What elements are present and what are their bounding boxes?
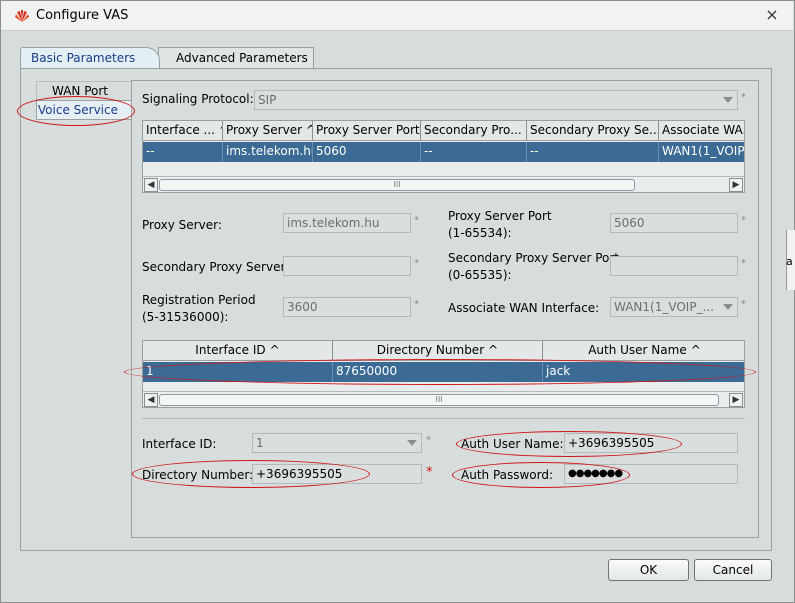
signaling-protocol-select[interactable]: SIP [254, 90, 738, 110]
interface-id-label: Interface ID: [142, 437, 217, 451]
sort-icon: ^ [488, 343, 499, 357]
column-header-secondary-proxy[interactable]: Secondary Pro...^ [421, 121, 527, 141]
proxy-port-range-label: (1-65534): [448, 226, 512, 240]
auth-password-label: Auth Password: [461, 468, 554, 482]
table-cell: 87650000 [333, 362, 543, 382]
required-marker: * [414, 258, 419, 269]
side-tab-wan-port[interactable]: WAN Port [36, 81, 132, 101]
column-header-proxy-server[interactable]: Proxy Server^ [223, 121, 313, 141]
secondary-proxy-label: Secondary Proxy Server: [142, 260, 290, 274]
chevron-down-icon [407, 440, 417, 446]
required-marker: * [414, 299, 419, 310]
background-window-text: a [786, 255, 793, 268]
associate-wan-value: WAN1(1_VOIP_... [614, 300, 715, 314]
tab-basic-parameters[interactable]: Basic Parameters [20, 47, 160, 69]
table-cell: -- [421, 142, 527, 162]
table-cell: WAN1(1_VOIP_ [662, 144, 745, 158]
proxy-port-label: Proxy Server Port [448, 209, 552, 223]
table-cell: jack [546, 364, 571, 378]
scroll-left-icon[interactable]: ◀ [144, 178, 158, 192]
horizontal-scrollbar[interactable]: ◀ III ▶ [143, 176, 744, 192]
table-cell: 1 [143, 362, 333, 382]
required-marker: * [426, 435, 431, 446]
proxy-server-input[interactable]: ims.telekom.hu [283, 213, 411, 233]
required-marker: * [741, 299, 746, 310]
directory-number-input[interactable]: +3696395505 [252, 464, 422, 484]
proxy-port-input[interactable]: 5060 [610, 213, 738, 233]
table-header: Interface ID ^ Directory Number ^ Auth Use… [143, 341, 744, 361]
divider [142, 418, 745, 419]
scrollbar-thumb[interactable]: III [159, 394, 719, 406]
directory-number-label: Directory Number: [142, 468, 254, 482]
required-marker: * [426, 465, 433, 480]
signaling-protocol-label: Signaling Protocol: [142, 92, 254, 106]
interface-id-select[interactable]: 1 [252, 433, 422, 453]
chevron-down-icon [723, 304, 733, 310]
registration-period-input[interactable]: 3600 [283, 297, 411, 317]
close-icon[interactable]: × [764, 6, 780, 24]
secondary-port-input[interactable] [610, 256, 738, 276]
table-row[interactable]: 1 87650000 jack [143, 362, 744, 382]
table-cell: 5060 [313, 142, 421, 162]
column-header-interface[interactable]: Interface ...^ [143, 121, 223, 141]
table-row[interactable]: -- ims.telekom.hu 5060 -- -- WAN1(1_VOIP… [143, 142, 745, 162]
registration-period-label: Registration Period [142, 293, 256, 307]
sort-icon: ^ [306, 123, 312, 137]
proxy-server-label: Proxy Server: [142, 218, 222, 232]
associate-wan-label: Associate WAN Interface: [448, 301, 600, 315]
required-marker: * [741, 215, 746, 226]
column-header-auth-user-name[interactable]: Auth User Name ^ [543, 341, 744, 361]
proxy-server-table: Interface ...^ Proxy Server^ Proxy Serve… [142, 120, 745, 193]
required-marker: * [741, 258, 746, 269]
column-header-proxy-server-port[interactable]: Proxy Server Port^ [313, 121, 421, 141]
ok-button[interactable]: OK [608, 559, 689, 581]
table-cell: -- [527, 142, 659, 162]
horizontal-scrollbar[interactable]: ◀ III ▶ [143, 391, 744, 407]
interface-id-value: 1 [256, 436, 264, 450]
sort-icon: ^ [690, 343, 701, 357]
scroll-right-icon[interactable]: ▶ [729, 178, 743, 192]
secondary-port-label: Secondary Proxy Server Port [448, 251, 620, 265]
cancel-button[interactable]: Cancel [694, 559, 772, 581]
registration-period-range-label: (5-31536000): [142, 310, 229, 324]
table-header: Interface ...^ Proxy Server^ Proxy Serve… [143, 121, 744, 141]
scrollbar-thumb[interactable]: III [159, 179, 635, 191]
column-header-interface-id[interactable]: Interface ID ^ [143, 341, 333, 361]
auth-password-input[interactable]: ●●●●●●● [564, 464, 738, 484]
chevron-down-icon [723, 97, 733, 103]
column-header-associate-wan[interactable]: Associate WA... [659, 121, 744, 141]
scroll-left-icon[interactable]: ◀ [144, 393, 158, 407]
side-tab-voice-service[interactable]: Voice Service [36, 100, 132, 120]
associate-wan-select[interactable]: WAN1(1_VOIP_... [610, 297, 738, 317]
sort-icon: ^ [269, 343, 280, 357]
table-cell: -- [143, 142, 223, 162]
tab-advanced-parameters[interactable]: Advanced Parameters [158, 47, 314, 69]
auth-user-name-input[interactable]: +3696395505 [564, 433, 738, 453]
column-header-secondary-proxy-server-port[interactable]: Secondary Proxy Se...^ [527, 121, 659, 141]
secondary-proxy-input[interactable] [283, 256, 411, 276]
required-marker: * [414, 215, 419, 226]
scroll-right-icon[interactable]: ▶ [729, 393, 743, 407]
huawei-logo-icon [15, 10, 29, 22]
column-header-directory-number[interactable]: Directory Number ^ [333, 341, 543, 361]
window-title: Configure VAS [36, 8, 129, 23]
table-cell: ims.telekom.hu [223, 142, 313, 162]
user-table: Interface ID ^ Directory Number ^ Auth Use… [142, 340, 745, 408]
signaling-protocol-value: SIP [258, 93, 277, 107]
required-marker: * [741, 92, 746, 103]
auth-user-name-label: Auth User Name: [461, 437, 564, 451]
secondary-port-range-label: (0-65535): [448, 268, 512, 282]
